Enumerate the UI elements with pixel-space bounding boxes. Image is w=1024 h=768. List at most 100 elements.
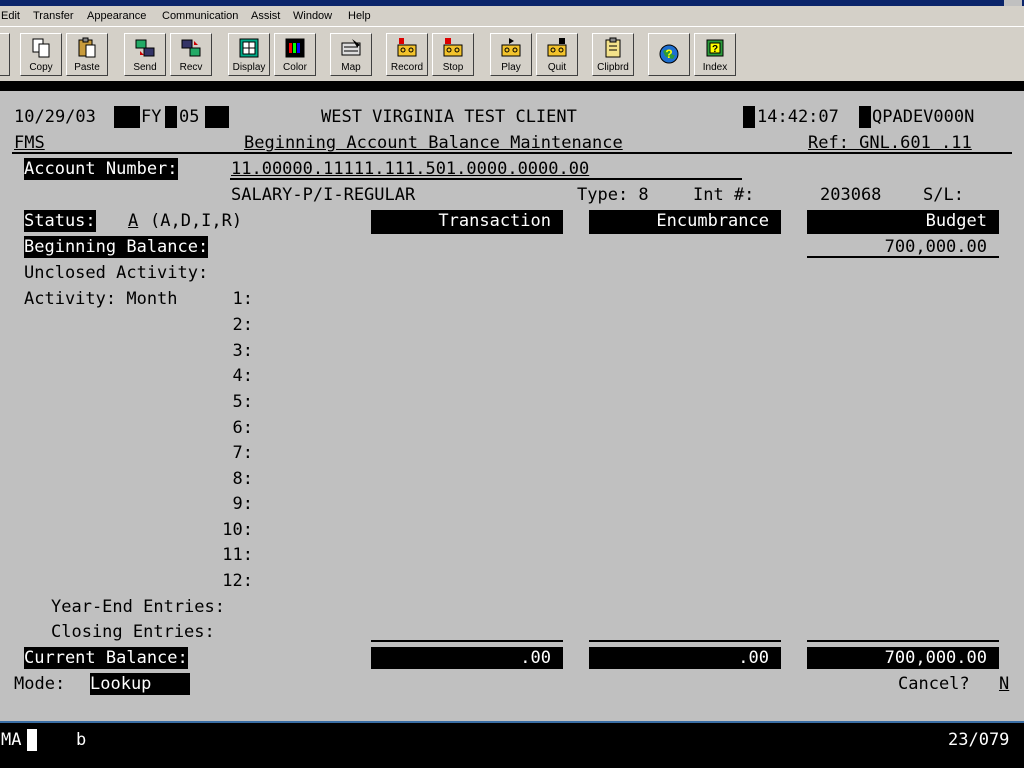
month-9-label: 9: [232, 494, 253, 514]
header-user: QPADEV000N [872, 107, 975, 127]
month-10-label: 10: [222, 520, 253, 540]
copy-icon [32, 38, 50, 58]
svg-text:?: ? [712, 44, 718, 55]
map-button[interactable]: Map [330, 33, 372, 76]
time-gap [743, 106, 755, 128]
record-button[interactable]: Record [386, 33, 428, 76]
color-icon [285, 38, 305, 58]
header-fy: 05 [179, 107, 200, 127]
month-11-label: 11: [222, 545, 253, 565]
account-type: Type: 8 [577, 185, 649, 205]
stop-icon [443, 38, 463, 57]
paste-button[interactable]: Paste [66, 33, 108, 76]
beginning-budget-underline [807, 256, 999, 258]
help-button[interactable]: ? [648, 33, 690, 76]
date-gap [114, 106, 140, 128]
current-balance-label: Current Balance: [24, 647, 188, 669]
quit-icon [547, 38, 567, 57]
month-6-label: 6: [232, 418, 253, 438]
transaction-total-rule [371, 640, 563, 642]
fy-gap [165, 106, 177, 128]
receive-button[interactable]: Recv [170, 33, 212, 76]
encumbrance-header-label: Encumbrance [656, 211, 769, 231]
header-divider [12, 152, 1012, 154]
emulator-display[interactable]: 10/29/03 FY 05 WEST VIRGINIA TEST CLIENT… [0, 91, 1024, 681]
mode-value: Lookup [90, 673, 190, 695]
current-budget-value: 700,000.00 [884, 648, 987, 668]
int-value: 203068 [820, 185, 882, 205]
int-label: Int #: [693, 185, 755, 205]
session-indicator: MA [1, 730, 22, 750]
encumbrance-header-underline [589, 232, 781, 234]
color-button[interactable]: Color [274, 33, 316, 76]
header-fy-label: FY [141, 107, 162, 127]
record-icon [397, 38, 417, 57]
transaction-header-label: Transaction [438, 211, 551, 231]
screen-ref: Ref: GNL.601 .11 [808, 133, 972, 153]
menu-communication[interactable]: Communication [162, 10, 238, 22]
month-5-label: 5: [232, 392, 253, 412]
sl-label: S/L: [923, 185, 964, 205]
send-button[interactable]: Send [124, 33, 166, 76]
menu-edit[interactable]: Edit [1, 10, 20, 22]
header-client: WEST VIRGINIA TEST CLIENT [321, 107, 577, 127]
display-icon [239, 38, 259, 58]
account-field-underline [230, 178, 742, 180]
play-button[interactable]: Play [490, 33, 532, 76]
send-icon [135, 39, 155, 57]
fy-end-gap [205, 106, 229, 128]
clipboard-button[interactable]: Clipbrd [592, 33, 634, 76]
copy-button[interactable]: Copy [20, 33, 62, 76]
receive-icon [181, 39, 201, 57]
cancel-label: Cancel? [898, 674, 970, 694]
toolbar: Copy Paste Send Recv Display Color Map R… [0, 26, 1024, 82]
map-icon [341, 39, 361, 56]
status-label: Status: [24, 210, 96, 232]
display-button[interactable]: Display [228, 33, 270, 76]
month-12-label: 12: [222, 571, 253, 591]
beginning-budget-field[interactable]: 700,000.00 [807, 236, 987, 258]
menu-window[interactable]: Window [293, 10, 332, 22]
month-3-label: 3: [232, 341, 253, 361]
cancel-field[interactable]: N [999, 673, 1009, 695]
menu-appearance[interactable]: Appearance [87, 10, 146, 22]
budget-total-rule [807, 640, 999, 642]
system-name: FMS [14, 133, 45, 153]
current-encumbrance-value: .00 [738, 648, 769, 668]
clipboard-icon [605, 37, 621, 58]
year-end-entries-label: Year-End Entries: [51, 597, 225, 617]
beginning-balance-label: Beginning Balance: [24, 236, 209, 258]
page-title: Beginning Account Balance Maintenance [244, 133, 623, 153]
help-globe-icon: ? [659, 44, 679, 64]
play-icon [501, 38, 521, 57]
menu-bar: Edit Transfer Appearance Communication A… [0, 6, 1024, 26]
month-7-label: 7: [232, 443, 253, 463]
account-number-field[interactable]: 11.00000.11111.111.501.0000.0000.00 [231, 158, 589, 180]
menu-assist[interactable]: Assist [251, 10, 280, 22]
index-button[interactable]: ? Index [694, 33, 736, 76]
encumbrance-total-rule [589, 640, 781, 642]
transaction-header-underline [371, 232, 563, 234]
mode-label: Mode: [14, 674, 66, 694]
toolbar-partial-button[interactable] [0, 33, 10, 76]
header-time: 14:42:07 [757, 107, 839, 127]
closing-entries-label: Closing Entries: [51, 622, 215, 642]
operator-status-line: MA b 23/079 [0, 721, 1024, 768]
menu-help[interactable]: Help [348, 10, 371, 22]
cursor-block [27, 729, 37, 751]
svg-text:?: ? [665, 47, 672, 61]
quit-button[interactable]: Quit [536, 33, 578, 76]
input-indicator: b [76, 730, 87, 750]
paste-icon [78, 37, 96, 58]
budget-header-label: Budget [925, 211, 987, 231]
menu-transfer[interactable]: Transfer [33, 10, 74, 22]
month-2-label: 2: [232, 315, 253, 335]
stop-button[interactable]: Stop [432, 33, 474, 76]
account-description: SALARY-P/I-REGULAR [231, 185, 416, 205]
terminal-screen: 10/29/03 FY 05 WEST VIRGINIA TEST CLIENT… [0, 81, 1024, 721]
index-icon: ? [706, 39, 724, 57]
status-field[interactable]: A [128, 210, 138, 232]
month-1-label: 1: [232, 289, 253, 309]
budget-header-underline [807, 232, 999, 234]
header-date: 10/29/03 [14, 107, 96, 127]
